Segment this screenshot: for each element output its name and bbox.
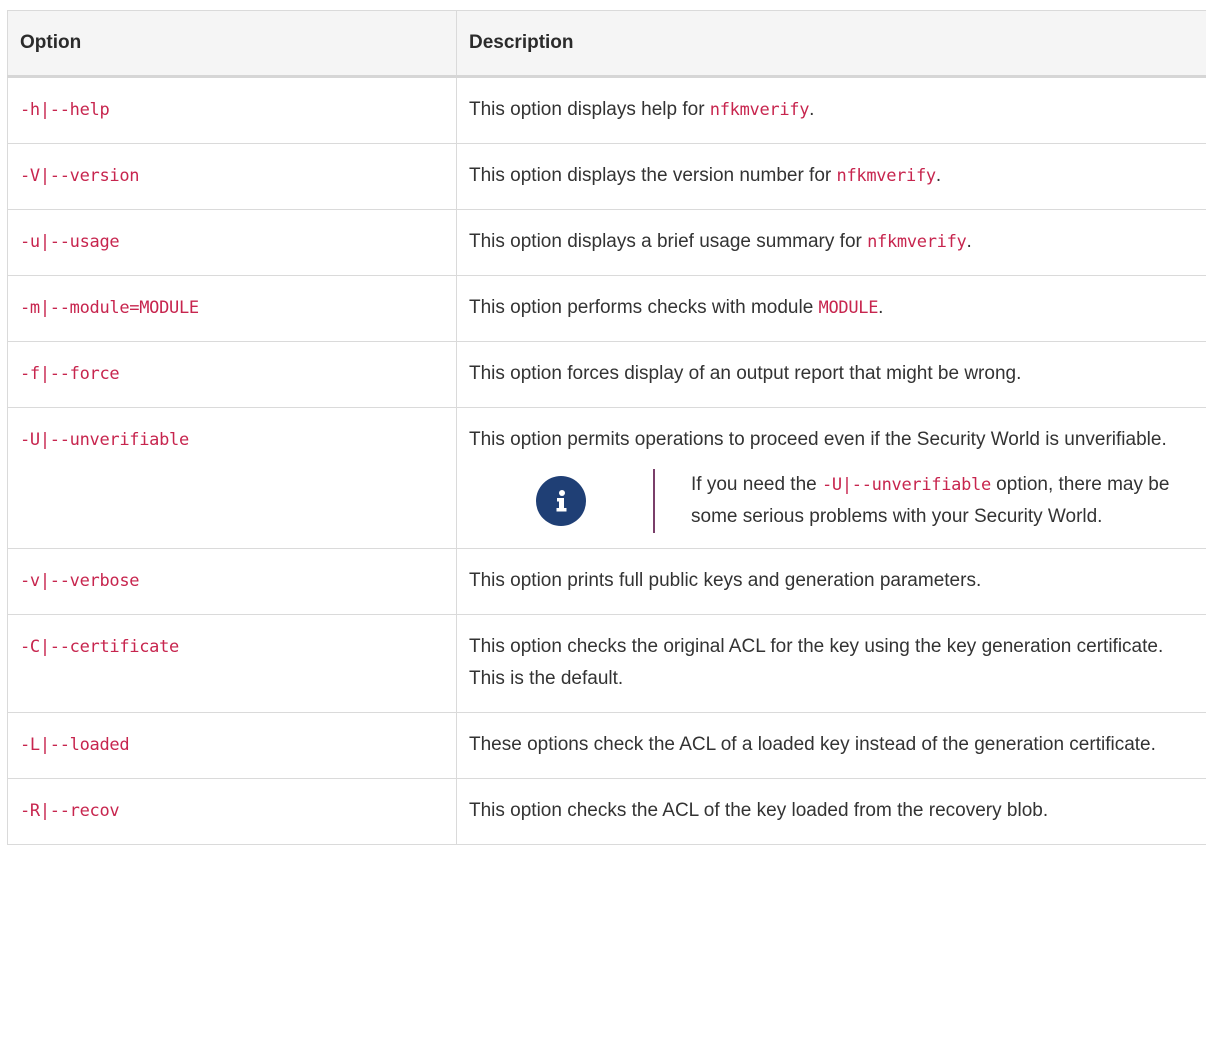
table-header-row: Option Description [7,10,1206,78]
description-cell: This option displays a brief usage summa… [456,209,1206,276]
option-cell: -U|--unverifiable [7,407,457,549]
column-header-description: Description [456,10,1206,78]
description-code: MODULE [818,298,879,318]
description-code: nfkmverify [836,166,937,186]
table-row: -u|--usage This option displays a brief … [7,209,1206,276]
option-cell: -h|--help [7,76,457,144]
description-cell: This option displays the version number … [456,143,1206,210]
note-text: If you need the -U|--unverifiable option… [653,469,1194,533]
note-code: -U|--unverifiable [822,475,991,495]
option-cell: -v|--verbose [7,548,457,615]
description-cell: This option prints full public keys and … [456,548,1206,615]
description-code: nfkmverify [867,232,967,252]
description-text: This option permits operations to procee… [469,429,1167,450]
table-row: -f|--force This option forces display of… [7,341,1206,408]
option-cell: -m|--module=MODULE [7,275,457,342]
option-code: -U|--unverifiable [20,430,189,450]
option-cell: -V|--version [7,143,457,210]
info-glyph [556,490,567,512]
description-code: nfkmverify [709,100,810,120]
option-cell: -C|--certificate [7,614,457,713]
option-code: -R|--recov [20,801,120,821]
description-text: . [809,99,815,120]
option-code: -h|--help [20,100,110,120]
table-row: -R|--recov This option checks the ACL of… [7,778,1206,845]
table-row: -m|--module=MODULE This option performs … [7,275,1206,342]
description-cell: This option permits operations to procee… [456,407,1206,549]
description-cell: This option checks the original ACL for … [456,614,1206,713]
option-code: -m|--module=MODULE [20,298,199,318]
option-code: -v|--verbose [20,571,140,591]
description-cell: These options check the ACL of a loaded … [456,712,1206,779]
table-row: -h|--help This option displays help for … [7,76,1206,144]
table-row: -v|--verbose This option prints full pub… [7,548,1206,615]
info-icon [536,476,586,526]
note-icon-container [469,476,653,526]
description-cell: This option displays help for nfkmverify… [456,76,1206,144]
description-cell: This option forces display of an output … [456,341,1206,408]
option-code: -L|--loaded [20,735,130,755]
description-text: . [935,165,942,186]
option-cell: -L|--loaded [7,712,457,779]
description-text: . [878,297,884,318]
option-code: -u|--usage [20,232,120,252]
table-row: -L|--loaded These options check the ACL … [7,712,1206,779]
info-note: If you need the -U|--unverifiable option… [469,469,1194,533]
note-text-part: If you need the [691,474,822,495]
description-cell: This option checks the ACL of the key lo… [456,778,1206,845]
description-text: This option performs checks with module [469,297,819,318]
table-row: -C|--certificate This option checks the … [7,614,1206,713]
description-text: This option displays a brief usage summa… [469,231,868,252]
description-text: This option displays help for [469,99,710,120]
option-cell: -f|--force [7,341,457,408]
option-code: -C|--certificate [20,637,179,657]
column-header-option: Option [7,10,457,78]
table-row: -V|--version This option displays the ve… [7,143,1206,210]
option-cell: -R|--recov [7,778,457,845]
description-text: This option displays the version number … [469,165,837,186]
table-row: -U|--unverifiable This option permits op… [7,407,1206,549]
description-text: . [966,231,972,252]
option-code: -V|--version [20,166,140,186]
option-code: -f|--force [20,364,120,384]
option-cell: -u|--usage [7,209,457,276]
description-cell: This option performs checks with module … [456,275,1206,342]
options-table: Option Description -h|--help This option… [7,10,1206,845]
